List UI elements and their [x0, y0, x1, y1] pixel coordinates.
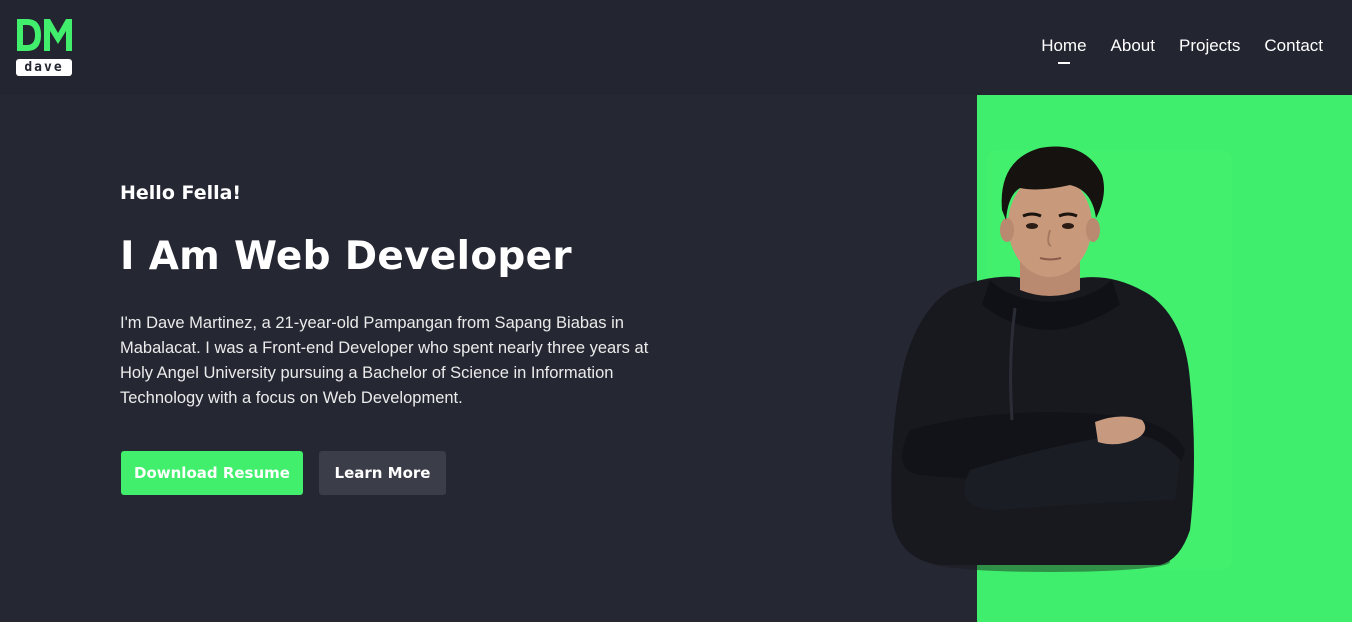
hero-title: I Am Web Developer [120, 234, 572, 279]
hero-bio: I'm Dave Martinez, a 21-year-old Pampang… [120, 314, 649, 407]
person-portrait-icon [891, 146, 1194, 572]
learn-more-button[interactable]: Learn More [319, 451, 446, 495]
navbar: dave Home About Projects Contact [0, 0, 1352, 95]
logo-wordmark: dave [16, 59, 72, 76]
download-resume-button[interactable]: Download Resume [121, 451, 303, 495]
nav-contact[interactable]: Contact [1264, 36, 1323, 56]
logo[interactable]: dave [15, 15, 73, 77]
nav-about[interactable]: About [1111, 36, 1155, 56]
nav-projects[interactable]: Projects [1179, 36, 1240, 56]
hero-greeting: Hello Fella! [120, 182, 242, 204]
dm-monogram-logo-icon [17, 19, 72, 51]
nav-home[interactable]: Home [1041, 36, 1087, 64]
main-nav: Home About Projects Contact [1041, 36, 1323, 64]
